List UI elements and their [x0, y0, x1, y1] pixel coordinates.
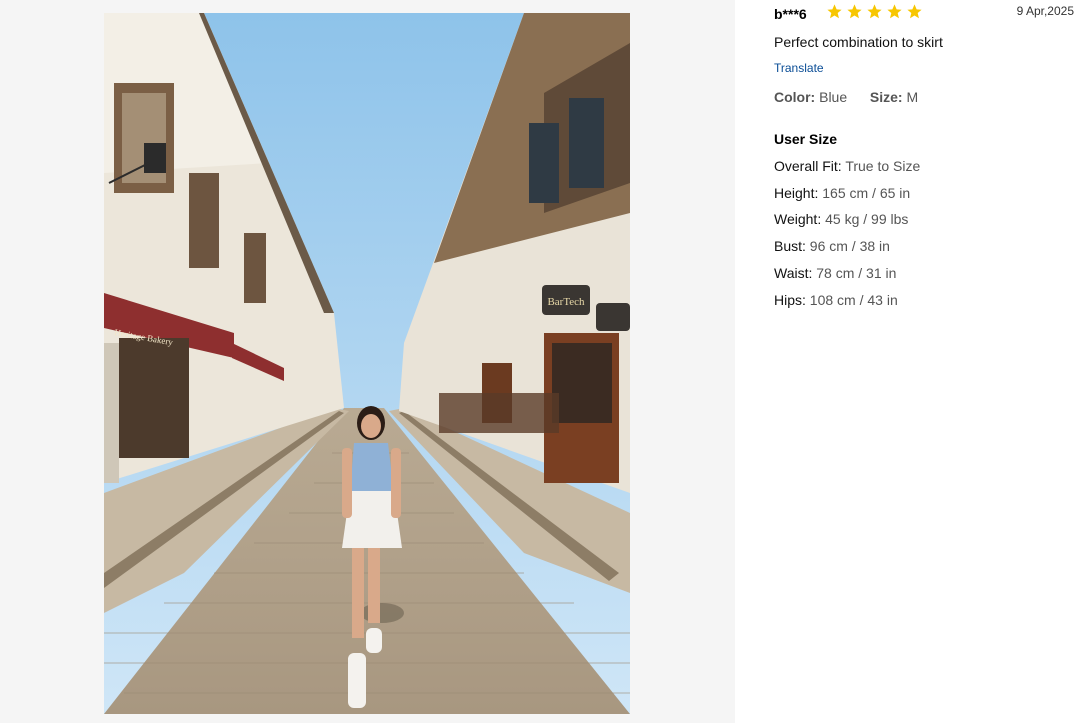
star-icon [867, 4, 882, 19]
color-label: Color: [774, 89, 816, 105]
photo-viewer: BarTech Heritage Bakery [0, 0, 735, 723]
size-row-value: 108 cm / 43 in [809, 292, 898, 308]
user-size-title: User Size [774, 131, 838, 147]
size-row-value: 165 cm / 65 in [822, 185, 911, 201]
size-row-label: Height: [774, 185, 819, 201]
size-row-overall-fit: Overall Fit: True to Size [774, 158, 920, 174]
color-value: Blue [819, 89, 848, 105]
review-details: b***6 9 Apr,2025 Perfect combination to … [774, 0, 1079, 723]
size-row-value: 78 cm / 31 in [816, 265, 897, 281]
size-row-value: True to Size [845, 158, 921, 174]
size-row-label: Waist: [774, 265, 813, 281]
review-text: Perfect combination to skirt [774, 34, 943, 50]
star-icon [907, 4, 922, 19]
size-value: M [906, 89, 919, 105]
size-row-hips: Hips: 108 cm / 43 in [774, 292, 898, 308]
size-row-bust: Bust: 96 cm / 38 in [774, 238, 890, 254]
street-photo-illustration: BarTech Heritage Bakery [104, 13, 630, 714]
size-row-label: Bust: [774, 238, 806, 254]
review-photo[interactable]: BarTech Heritage Bakery [104, 13, 630, 714]
size-row-height: Height: 165 cm / 65 in [774, 185, 910, 201]
translate-link[interactable]: Translate [774, 61, 824, 75]
size-row-waist: Waist: 78 cm / 31 in [774, 265, 896, 281]
reviewer-name: b***6 [774, 6, 807, 22]
review-header: b***6 9 Apr,2025 [774, 3, 1074, 23]
star-icon [827, 4, 842, 19]
size-label: Size: [869, 89, 903, 105]
size-row-label: Overall Fit: [774, 158, 842, 174]
size-row-label: Weight: [774, 211, 822, 227]
size-row-label: Hips: [774, 292, 806, 308]
size-row-weight: Weight: 45 kg / 99 lbs [774, 211, 908, 227]
shop-sign-right: BarTech [547, 296, 585, 308]
size-row-value: 45 kg / 99 lbs [825, 211, 909, 227]
review-date: 9 Apr,2025 [1016, 4, 1074, 18]
star-icon [847, 4, 862, 19]
star-icon [887, 4, 902, 19]
purchased-variant: Color: Blue Size: M [774, 89, 918, 105]
star-rating [826, 3, 923, 21]
size-row-value: 96 cm / 38 in [809, 238, 890, 254]
